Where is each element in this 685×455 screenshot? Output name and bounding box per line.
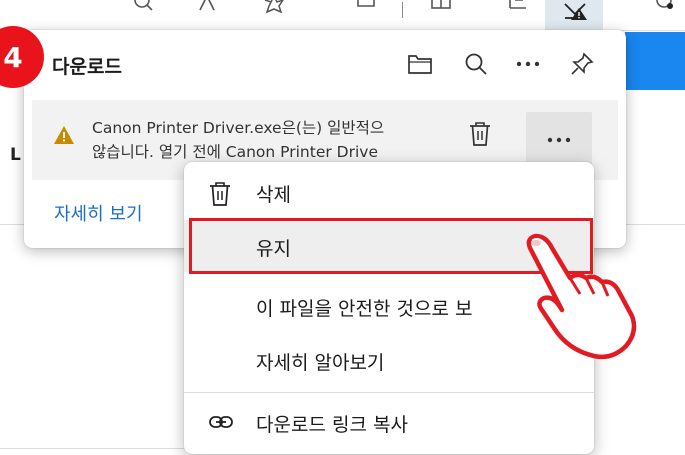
search-icon[interactable] <box>132 0 154 16</box>
browser-toolbar <box>0 0 685 31</box>
menu-separator <box>184 392 594 393</box>
pin-icon[interactable] <box>568 50 596 78</box>
more-icon <box>547 137 571 143</box>
link-icon <box>209 416 233 428</box>
downloads-toolbar-button[interactable] <box>545 0 603 30</box>
menu-item-label: 다운로드 링크 복사 <box>256 414 408 436</box>
page-divider <box>0 448 185 449</box>
trash-icon <box>210 182 230 206</box>
trash-icon[interactable] <box>468 120 492 148</box>
menu-item-label: 자세히 알아보기 <box>256 352 385 374</box>
download-item-message: Canon Printer Driver.exe은(는) 일반적으 않습니다. … <box>92 116 452 164</box>
search-icon[interactable] <box>462 50 490 78</box>
split-screen-icon[interactable] <box>430 0 452 16</box>
page-divider <box>0 224 24 225</box>
collections-icon[interactable] <box>507 0 529 16</box>
toolbar-separator <box>402 2 403 18</box>
menu-item-label: 삭제 <box>256 184 291 206</box>
menu-item-delete[interactable]: 삭제 <box>184 166 594 218</box>
warning-icon <box>54 126 74 144</box>
pointing-hand-icon <box>526 233 637 360</box>
download-item-line1: Canon Printer Driver.exe은(는) 일반적으 <box>92 119 385 137</box>
extensions-icon[interactable] <box>355 0 377 16</box>
profile-icon[interactable] <box>654 0 676 16</box>
item-more-button[interactable] <box>526 112 592 168</box>
page-search-button-area <box>625 32 685 90</box>
menu-item-label: 유지 <box>256 238 291 260</box>
favorite-star-icon[interactable] <box>263 0 285 16</box>
page-divider <box>626 224 685 225</box>
flyout-title: 다운로드 <box>52 56 122 78</box>
download-warning-icon <box>564 3 587 20</box>
page-text-fragment: L <box>10 145 21 165</box>
read-aloud-icon[interactable] <box>196 0 218 16</box>
more-icon[interactable] <box>514 50 542 78</box>
download-item-line2: 않습니다. 열기 전에 Canon Printer Drive <box>92 143 378 161</box>
folder-icon[interactable] <box>406 50 434 78</box>
menu-item-copy-link[interactable]: 다운로드 링크 복사 <box>184 396 594 448</box>
see-more-link[interactable]: 자세히 보기 <box>54 200 143 226</box>
menu-item-label: 이 파일을 안전한 것으로 보 <box>256 298 473 320</box>
